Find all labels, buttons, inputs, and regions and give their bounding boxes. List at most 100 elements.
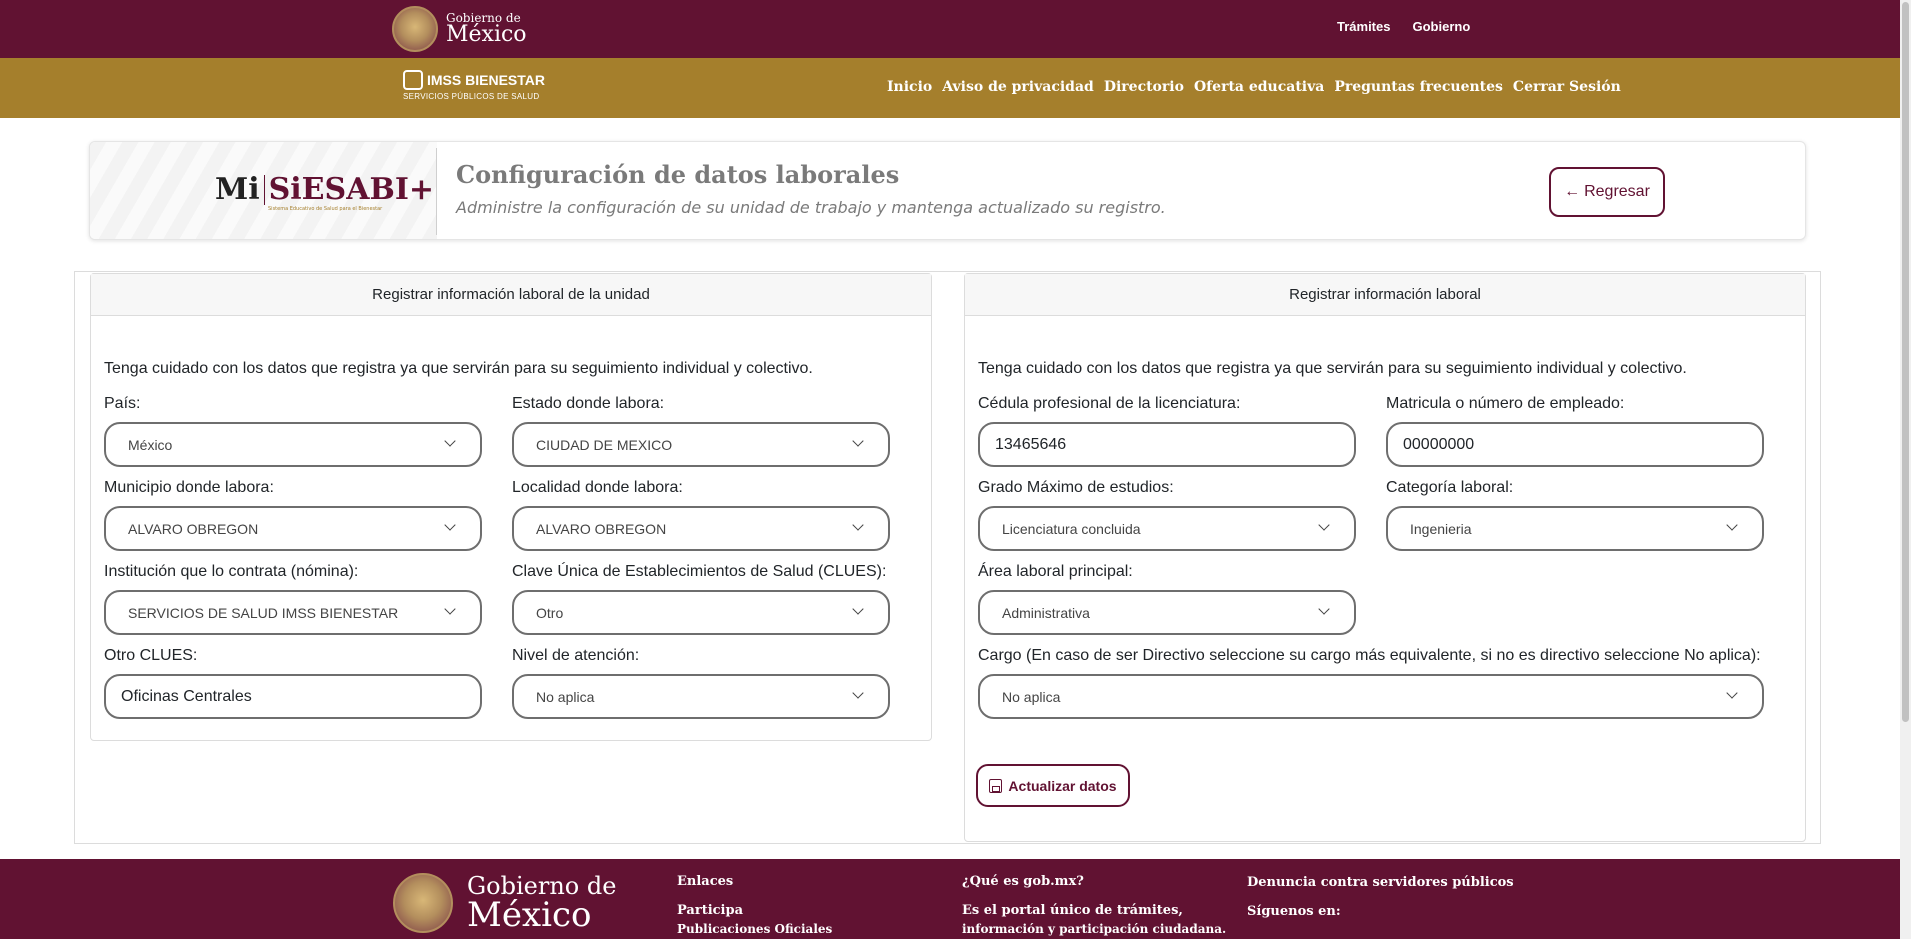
area-value: Administrativa — [1002, 604, 1090, 621]
field-localidad: Localidad donde labora: ALVARO OBREGON — [512, 478, 890, 551]
field-municipio: Municipio donde labora: ALVARO OBREGON — [104, 478, 482, 551]
localidad-label: Localidad donde labora: — [512, 479, 683, 496]
vertical-scrollbar[interactable] — [1900, 0, 1911, 939]
unit-panel-note: Tenga cuidado con los datos que registra… — [104, 360, 813, 377]
chevron-down-icon — [852, 687, 864, 699]
field-matricula: Matricula o número de empleado: 00000000 — [1386, 394, 1764, 467]
clues-select[interactable]: Otro — [512, 590, 890, 635]
link-publicaciones[interactable]: Publicaciones Oficiales — [677, 922, 832, 936]
institucion-value: SERVICIOS DE SALUD IMSS BIENESTAR — [128, 604, 399, 621]
institucion-label: Institución que lo contrata (nómina): — [104, 563, 359, 580]
imss-logo-title: IMSS BIENESTAR — [427, 72, 545, 88]
link-gobierno[interactable]: Gobierno — [1412, 19, 1470, 34]
brand-name: SiESABI+ — [268, 172, 435, 207]
que-es-text-2: información y participación ciudadana. — [962, 922, 1227, 936]
field-categoria: Categoría laboral: Ingenieria — [1386, 478, 1764, 551]
nivel-label: Nivel de atención: — [512, 647, 640, 664]
chevron-down-icon — [852, 519, 864, 531]
chevron-down-icon — [1318, 603, 1330, 615]
labor-info-panel: Registrar información laboral Tenga cuid… — [964, 273, 1806, 842]
clues-label: Clave Única de Establecimientos de Salud… — [512, 563, 887, 580]
nav-directorio[interactable]: Directorio — [1104, 79, 1184, 95]
field-nivel: Nivel de atención: No aplica — [512, 646, 890, 719]
chevron-down-icon — [852, 435, 864, 447]
pais-label: País: — [104, 395, 141, 412]
chevron-down-icon — [1726, 687, 1738, 699]
que-es-title: ¿Qué es gob.mx? — [962, 874, 1084, 889]
imss-logo-subtitle: SERVICIOS PÚBLICOS DE SALUD — [403, 92, 540, 101]
footer-gobierno-logo[interactable]: Gobierno de México — [393, 873, 616, 933]
nav-preguntas-frecuentes[interactable]: Preguntas frecuentes — [1334, 79, 1503, 95]
categoria-select[interactable]: Ingenieria — [1386, 506, 1764, 551]
labor-panel-header: Registrar información laboral — [965, 274, 1805, 316]
unit-info-panel: Registrar información laboral de la unid… — [90, 273, 932, 741]
grado-label: Grado Máximo de estudios: — [978, 479, 1174, 496]
field-institucion: Institución que lo contrata (nómina): SE… — [104, 562, 482, 635]
footer-que-es: ¿Qué es gob.mx? Es el portal único de tr… — [962, 874, 1226, 936]
matricula-input[interactable]: 00000000 — [1386, 422, 1764, 467]
municipio-select[interactable]: ALVARO OBREGON — [104, 506, 482, 551]
cargo-label: Cargo (En caso de ser Directivo seleccio… — [978, 647, 1761, 664]
imss-bienestar-logo[interactable]: IMSS BIENESTAR SERVICIOS PÚBLICOS DE SAL… — [403, 70, 545, 101]
municipio-value: ALVARO OBREGON — [128, 520, 259, 537]
institucion-select[interactable]: SERVICIOS DE SALUD IMSS BIENESTAR — [104, 590, 482, 635]
brand-subtitle: Sistema Educativo de Salud para el Biene… — [268, 206, 383, 212]
nav-aviso-privacidad[interactable]: Aviso de privacidad — [942, 79, 1094, 95]
imss-header: IMSS BIENESTAR SERVICIOS PÚBLICOS DE SAL… — [0, 58, 1900, 118]
siguenos-label: Síguenos en: — [1247, 904, 1341, 919]
municipio-label: Municipio donde labora: — [104, 479, 274, 496]
update-data-button[interactable]: Actualizar datos — [976, 764, 1130, 807]
chevron-down-icon — [444, 603, 456, 615]
link-participa[interactable]: Participa — [677, 903, 832, 918]
grado-select[interactable]: Licenciatura concluida — [978, 506, 1356, 551]
localidad-value: ALVARO OBREGON — [536, 520, 667, 537]
nav-oferta-educativa[interactable]: Oferta educativa — [1194, 79, 1324, 95]
link-denuncia[interactable]: Denuncia contra servidores públicos — [1247, 875, 1514, 890]
field-grado: Grado Máximo de estudios: Licenciatura c… — [978, 478, 1356, 551]
unit-panel-header: Registrar información laboral de la unid… — [91, 274, 931, 316]
chevron-down-icon — [1318, 519, 1330, 531]
field-estado: Estado donde labora: CIUDAD DE MEXICO — [512, 394, 890, 467]
field-clues: Clave Única de Establecimientos de Salud… — [512, 562, 890, 635]
cargo-value: No aplica — [1002, 688, 1061, 705]
back-button-label: Regresar — [1584, 183, 1650, 200]
page-header-card: Mi SiESABI+ Sistema Educativo de Salud p… — [89, 141, 1806, 240]
nav-cerrar-sesion[interactable]: Cerrar Sesión — [1513, 79, 1621, 95]
cargo-select[interactable]: No aplica — [978, 674, 1764, 719]
cedula-input[interactable]: 13465646 — [978, 422, 1356, 467]
otro-clues-input[interactable]: Oficinas Centrales — [104, 674, 482, 719]
localidad-select[interactable]: ALVARO OBREGON — [512, 506, 890, 551]
field-otro-clues: Otro CLUES: Oficinas Centrales — [104, 646, 482, 719]
field-cedula: Cédula profesional de la licenciatura: 1… — [978, 394, 1356, 467]
mexico-seal-icon — [393, 873, 453, 933]
labor-panel-note: Tenga cuidado con los datos que registra… — [978, 360, 1687, 377]
matricula-label: Matricula o número de empleado: — [1386, 395, 1625, 412]
enlaces-title: Enlaces — [677, 874, 734, 889]
field-pais: País: México — [104, 394, 482, 467]
estado-select[interactable]: CIUDAD DE MEXICO — [512, 422, 890, 467]
main-content: Registrar información laboral de la unid… — [74, 271, 1821, 844]
categoria-value: Ingenieria — [1410, 520, 1472, 537]
pais-value: México — [128, 436, 173, 453]
link-tramites[interactable]: Trámites — [1337, 19, 1390, 34]
pais-select[interactable]: México — [104, 422, 482, 467]
chevron-down-icon — [444, 435, 456, 447]
gobierno-mexico-logo[interactable]: Gobierno de México — [392, 4, 572, 54]
clues-value: Otro — [536, 604, 564, 621]
grado-value: Licenciatura concluida — [1002, 520, 1141, 537]
scrollbar-thumb[interactable] — [1902, 2, 1909, 722]
footer-denuncia: Denuncia contra servidores públicos Sígu… — [1247, 875, 1514, 919]
area-label: Área laboral principal: — [978, 563, 1133, 580]
cedula-label: Cédula profesional de la licenciatura: — [978, 395, 1241, 412]
nivel-select[interactable]: No aplica — [512, 674, 890, 719]
area-select[interactable]: Administrativa — [978, 590, 1356, 635]
footer: Gobierno de México Enlaces Participa Pub… — [0, 859, 1900, 939]
field-area: Área laboral principal: Administrativa — [978, 562, 1356, 635]
header-divider — [436, 148, 437, 235]
nav-inicio[interactable]: Inicio — [887, 79, 932, 95]
back-button[interactable]: ← Regresar — [1549, 167, 1665, 217]
main-nav: Inicio Aviso de privacidad Directorio Of… — [887, 79, 1621, 95]
siesabi-logo: Mi SiESABI+ — [215, 172, 434, 207]
que-es-text-1: Es el portal único de trámites, — [962, 903, 1183, 918]
nivel-value: No aplica — [536, 688, 595, 705]
